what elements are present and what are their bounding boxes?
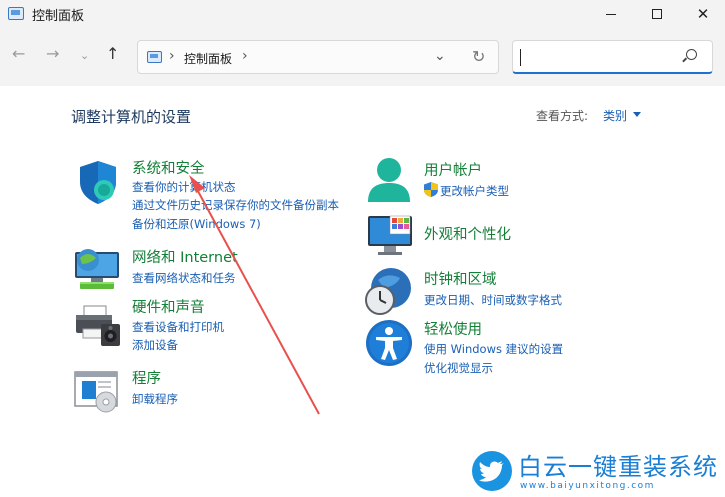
maximize-button[interactable] [634,0,680,28]
control-panel-icon [8,7,24,20]
link-change-account-type[interactable]: 更改帐户类型 [440,183,509,199]
watermark: 白云一键重装系统 www.baiyunxitong.com [472,449,725,497]
view-by-dropdown[interactable]: 类别 [603,107,627,124]
link-add-device[interactable]: 添加设备 [132,337,178,353]
page-title: 调整计算机的设置 [71,108,192,126]
category-programs[interactable]: 程序 [132,367,161,388]
personalization-icon [368,215,412,255]
chevron-right-icon[interactable]: › [242,48,248,64]
bird-logo-icon [472,451,512,491]
close-button[interactable]: ✕ [680,0,725,28]
text-cursor [520,49,521,66]
search-input[interactable] [512,40,713,74]
link-change-date-time-format[interactable]: 更改日期、时间或数字格式 [424,292,562,308]
view-by-label: 查看方式: [536,109,589,123]
up-button[interactable]: ↑ [106,46,119,62]
back-button[interactable]: ← [12,46,25,62]
uac-shield-icon [424,182,438,197]
link-view-network-status[interactable]: 查看网络状态和任务 [132,270,236,286]
forward-button[interactable]: → [46,46,59,62]
recent-locations-button[interactable]: ⌄ [80,50,89,61]
category-ease-of-access[interactable]: 轻松使用 [424,318,482,339]
ease-of-access-icon [366,320,412,366]
navigation-bar: ← → ⌄ ↑ › 控制面板 › ⌄ ↻ [0,28,725,86]
title-bar: 控制面板 ✕ [0,0,725,28]
link-view-computer-status[interactable]: 查看你的计算机状态 [132,179,236,195]
network-icon [75,249,119,289]
window-title: 控制面板 [32,9,85,24]
category-user-accounts[interactable]: 用户帐户 [424,159,482,180]
breadcrumb-control-panel[interactable]: 控制面板 [184,50,232,67]
shield-icon [80,161,116,204]
clock-region-icon [365,268,411,315]
refresh-button[interactable]: ↻ [472,47,485,66]
close-icon: ✕ [696,4,710,23]
printer-icon [76,305,120,346]
category-system-security[interactable]: 系统和安全 [132,157,205,178]
user-account-icon [368,158,410,202]
watermark-url: www.baiyunxitong.com [520,481,655,491]
watermark-title: 白云一键重装系统 [518,453,718,481]
link-uninstall-program[interactable]: 卸载程序 [132,391,178,407]
link-use-recommended-settings[interactable]: 使用 Windows 建议的设置 [424,341,563,357]
minimize-button[interactable] [588,0,634,28]
address-dropdown-button[interactable]: ⌄ [434,48,446,64]
link-optimize-visual-display[interactable]: 优化视觉显示 [424,360,493,376]
link-backup-restore[interactable]: 备份和还原(Windows 7) [132,216,261,232]
category-hardware-sound[interactable]: 硬件和声音 [132,296,205,317]
link-file-history-backup[interactable]: 通过文件历史记录保存你的文件备份副本 [132,197,339,213]
category-network-internet[interactable]: 网络和 Internet [132,246,238,267]
link-view-devices-printers[interactable]: 查看设备和打印机 [132,319,224,335]
address-bar[interactable]: › 控制面板 › ⌄ ↻ [137,40,499,74]
caret-down-icon[interactable] [633,112,641,117]
programs-icon [74,371,118,413]
minimize-icon [606,13,616,15]
category-clock-region[interactable]: 时钟和区域 [424,268,497,289]
category-appearance-personalization[interactable]: 外观和个性化 [424,223,511,244]
chevron-right-icon[interactable]: › [169,48,175,64]
maximize-icon [652,9,662,19]
search-icon[interactable] [686,49,697,60]
control-panel-icon [147,51,162,63]
